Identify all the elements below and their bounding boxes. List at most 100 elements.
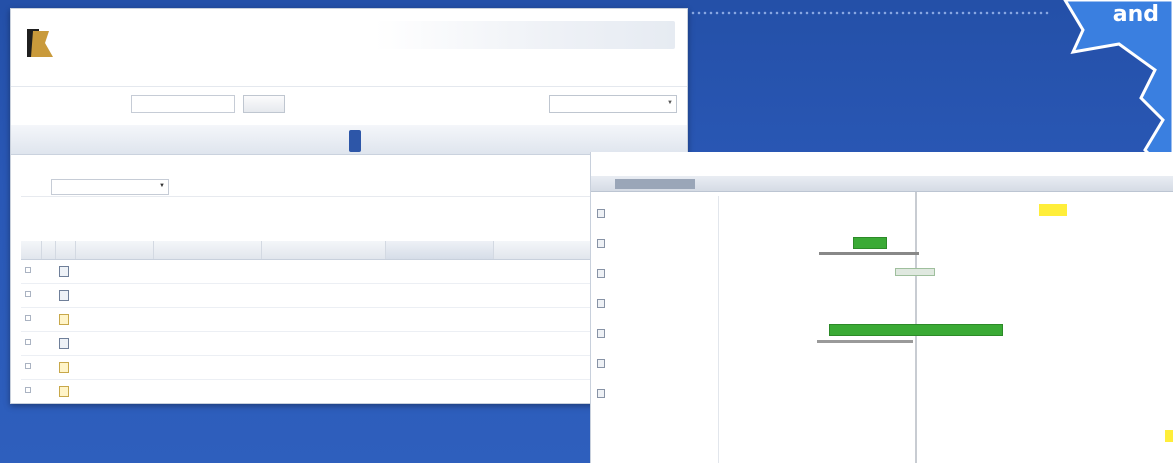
- row-spacer: [41, 307, 55, 332]
- table-cell[interactable]: [75, 331, 153, 356]
- column-header[interactable]: [75, 241, 154, 260]
- row-spacer: [41, 355, 55, 380]
- decorative-dot-band: [690, 10, 1050, 16]
- task-icon: [597, 389, 605, 398]
- search-row: ▼: [21, 95, 681, 115]
- nav-tab[interactable]: [433, 130, 445, 152]
- row-checkbox[interactable]: [21, 355, 41, 380]
- table-row[interactable]: [21, 379, 681, 403]
- task-bar-highlight[interactable]: [1039, 204, 1067, 216]
- table-cell: [261, 355, 385, 380]
- user-bar: [661, 57, 673, 64]
- row-checkbox[interactable]: [21, 259, 41, 284]
- corner-text: and: [1112, 2, 1159, 27]
- gantt-window: [590, 152, 1173, 463]
- chevron-down-icon: ▼: [159, 183, 165, 189]
- column-header[interactable]: [385, 241, 494, 260]
- task-row[interactable]: [591, 320, 719, 350]
- row-checkbox[interactable]: [21, 307, 41, 332]
- task-bar[interactable]: [829, 324, 1003, 336]
- timeline-scroll-thumb[interactable]: [615, 179, 695, 189]
- task-icon: [597, 359, 605, 368]
- gantt-timeline: [591, 176, 1173, 192]
- task-row[interactable]: [591, 200, 719, 230]
- search-input[interactable]: [131, 95, 235, 113]
- table-cell: [153, 379, 261, 403]
- task-bar-highlight[interactable]: [1165, 430, 1173, 442]
- document-file-icon: [59, 265, 69, 277]
- row-spacer: [41, 331, 55, 356]
- nav-tab[interactable]: [447, 130, 459, 152]
- table-row[interactable]: [21, 331, 681, 356]
- image-file-icon: [59, 385, 69, 397]
- column-header[interactable]: [261, 241, 386, 260]
- column-header[interactable]: [21, 241, 42, 260]
- table-cell: [261, 379, 385, 403]
- file-table: [21, 241, 682, 403]
- nav-tab[interactable]: [349, 130, 361, 152]
- nav-tabs: [349, 130, 473, 152]
- column-header[interactable]: [55, 241, 76, 260]
- app-header: [11, 9, 687, 87]
- task-list: [591, 196, 719, 463]
- chevron-down-icon: ▼: [667, 100, 673, 106]
- table-cell: [261, 331, 385, 356]
- task-row[interactable]: [591, 290, 719, 320]
- task-row[interactable]: [591, 380, 719, 410]
- table-cell: [153, 355, 261, 380]
- table-cell: [153, 283, 261, 308]
- table-cell[interactable]: [75, 355, 153, 380]
- task-row[interactable]: [591, 350, 719, 380]
- logo-icon: [27, 29, 53, 57]
- header-banner: [375, 21, 675, 49]
- table-cell: [385, 355, 493, 380]
- table-cell[interactable]: [75, 379, 153, 403]
- file-type-cell: [55, 307, 75, 332]
- nav-tab[interactable]: [419, 130, 431, 152]
- table-row[interactable]: [21, 259, 681, 284]
- nav-tab[interactable]: [377, 130, 389, 152]
- file-type-cell: [55, 259, 75, 284]
- task-bar[interactable]: [853, 237, 887, 249]
- file-type-cell: [55, 283, 75, 308]
- table-cell: [385, 379, 493, 403]
- table-header-row: [21, 241, 682, 260]
- table-row[interactable]: [21, 283, 681, 308]
- column-header[interactable]: [153, 241, 262, 260]
- document-file-icon: [59, 289, 69, 301]
- task-icon: [597, 209, 605, 218]
- task-row[interactable]: [591, 230, 719, 260]
- nav-tab[interactable]: [363, 130, 375, 152]
- table-row[interactable]: [21, 355, 681, 380]
- nav-tab[interactable]: [461, 130, 473, 152]
- table-cell: [153, 259, 261, 284]
- task-row[interactable]: [591, 260, 719, 290]
- table-cell[interactable]: [75, 307, 153, 332]
- nav-tab[interactable]: [405, 130, 417, 152]
- nav-tab[interactable]: [391, 130, 403, 152]
- table-row[interactable]: [21, 307, 681, 332]
- file-manager-window: ▼ ▼: [10, 8, 688, 404]
- gantt-header: [591, 152, 1173, 174]
- row-spacer: [41, 259, 55, 284]
- filter-dropdown[interactable]: ▼: [549, 95, 677, 113]
- nav-bar: [11, 125, 687, 155]
- table-cell: [153, 307, 261, 332]
- search-button[interactable]: [243, 95, 285, 113]
- table-cell: [385, 259, 493, 284]
- row-checkbox[interactable]: [21, 283, 41, 308]
- folder-select[interactable]: ▼: [51, 179, 169, 195]
- image-file-icon: [59, 361, 69, 373]
- document-file-icon: [59, 337, 69, 349]
- column-header[interactable]: [41, 241, 56, 260]
- task-bar[interactable]: [895, 268, 935, 276]
- image-file-icon: [59, 313, 69, 325]
- table-cell[interactable]: [75, 283, 153, 308]
- task-bar-caption: [819, 252, 919, 255]
- table-cell[interactable]: [75, 259, 153, 284]
- row-checkbox[interactable]: [21, 331, 41, 356]
- table-cell: [261, 283, 385, 308]
- table-cell: [385, 283, 493, 308]
- row-checkbox[interactable]: [21, 379, 41, 403]
- table-cell: [261, 259, 385, 284]
